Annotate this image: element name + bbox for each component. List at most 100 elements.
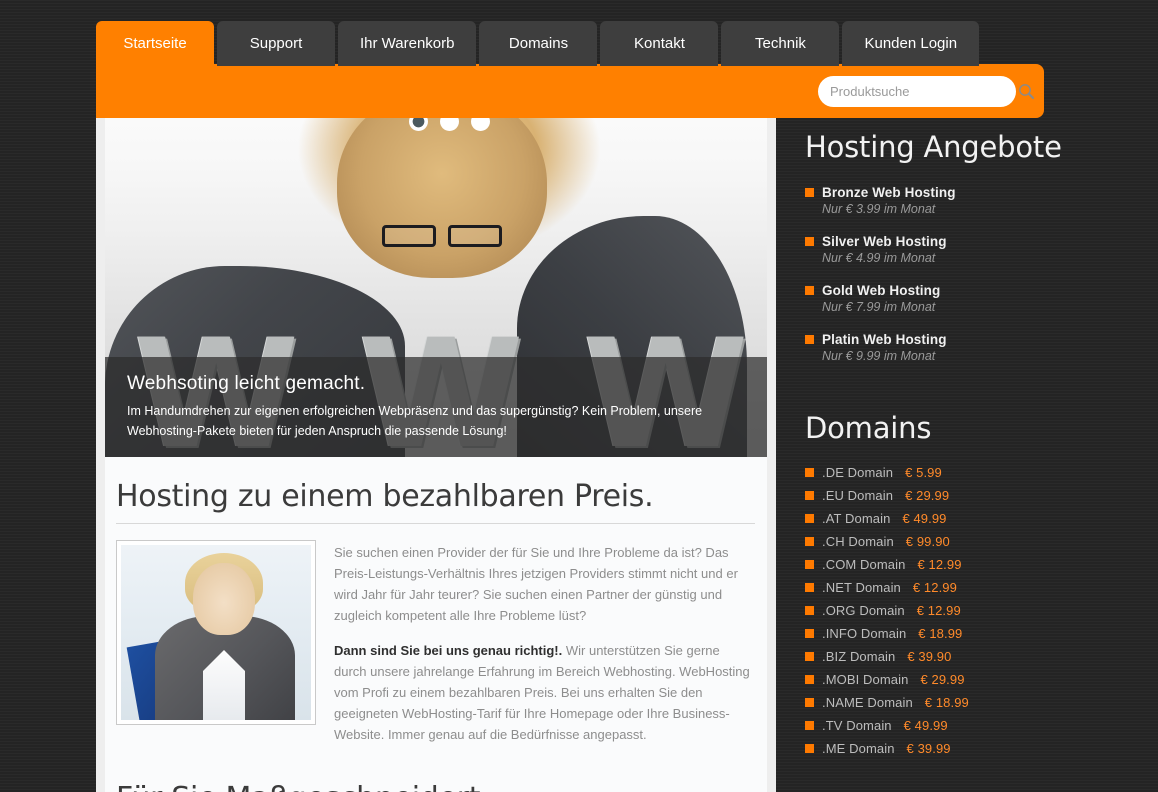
domain-name: .ORG Domain (822, 603, 905, 618)
offer-price: Nur € 7.99 im Monat (822, 300, 936, 314)
section1-paragraph-1: Sie suchen einen Provider der für Sie un… (334, 545, 738, 624)
domain-item[interactable]: .DE Domain € 5.99 (805, 465, 1158, 480)
domain-item[interactable]: .BIZ Domain € 39.90 (805, 649, 1158, 664)
search-button[interactable] (1018, 76, 1035, 107)
search-box[interactable] (818, 76, 1035, 107)
offer-name-row: Gold Web Hosting (805, 283, 1158, 298)
domain-price: € 18.99 (924, 695, 969, 710)
domain-name: .TV Domain (822, 718, 892, 733)
domain-item[interactable]: .ORG Domain € 12.99 (805, 603, 1158, 618)
domain-item[interactable]: .NAME Domain € 18.99 (805, 695, 1158, 710)
tab-kunden-login[interactable]: Kunden Login (842, 21, 980, 66)
offer-name-row: Platin Web Hosting (805, 332, 1158, 347)
domain-item[interactable]: .EU Domain € 29.99 (805, 488, 1158, 503)
domain-price: € 99.90 (905, 534, 950, 549)
domain-price: € 39.99 (906, 741, 951, 756)
domains-title: Domains (805, 411, 932, 445)
offer-price: Nur € 3.99 im Monat (822, 202, 936, 216)
bullet-icon (805, 237, 814, 246)
domain-price: € 49.99 (902, 511, 947, 526)
bullet-icon (805, 286, 814, 295)
domain-price: € 18.99 (918, 626, 963, 641)
domain-item[interactable]: .AT Domain € 49.99 (805, 511, 1158, 526)
domain-price: € 29.99 (905, 488, 950, 503)
domain-price: € 39.90 (907, 649, 952, 664)
domain-name: .DE Domain (822, 465, 894, 480)
section1-thumbnail (116, 540, 316, 725)
section1-row: Sie suchen einen Provider der für Sie un… (116, 540, 755, 759)
domain-item[interactable]: .CH Domain € 99.90 (805, 534, 1158, 549)
offer-name: Gold Web Hosting (822, 283, 941, 298)
domain-item[interactable]: .NET Domain € 12.99 (805, 580, 1158, 595)
section1-paragraph-2: Dann sind Sie bei uns genau richtig!. Wi… (334, 640, 755, 745)
content-panel: W W W Webhsoting leicht gemacht. Im Hand… (96, 86, 776, 792)
tab-startseite[interactable]: Startseite (96, 21, 214, 66)
domain-name: .CH Domain (822, 534, 894, 549)
hero-decor-glasses (382, 225, 502, 247)
hosting-offer-item[interactable]: Silver Web Hosting Nur € 4.99 im Monat (805, 234, 1158, 265)
domain-name: .AT Domain (822, 511, 891, 526)
domain-item[interactable]: .INFO Domain € 18.99 (805, 626, 1158, 641)
domain-name: .MOBI Domain (822, 672, 909, 687)
bullet-icon (805, 675, 814, 684)
domain-item[interactable]: .MOBI Domain € 29.99 (805, 672, 1158, 687)
main-navigation: Startseite Support Ihr Warenkorb Domains Kon… (96, 20, 982, 66)
offer-price: Nur € 9.99 im Monat (822, 349, 936, 363)
domain-price: € 5.99 (905, 465, 942, 480)
tab-technik[interactable]: Technik (721, 21, 840, 66)
hosting-offers-list: Bronze Web Hosting Nur € 3.99 im Monat Sil… (805, 185, 1158, 363)
bullet-icon (805, 744, 814, 753)
sidebar: Hosting Angebote Bronze Web Hosting Nur €… (805, 130, 1158, 764)
hosting-offers-title: Hosting Angebote (805, 130, 1062, 164)
domain-name: .NAME Domain (822, 695, 913, 710)
bullet-icon (805, 721, 814, 730)
domain-price: € 12.99 (916, 603, 961, 618)
offer-name: Bronze Web Hosting (822, 185, 956, 200)
offer-price: Nur € 4.99 im Monat (822, 251, 936, 265)
domain-item[interactable]: .TV Domain € 49.99 (805, 718, 1158, 733)
domain-item[interactable]: .COM Domain € 12.99 (805, 557, 1158, 572)
hosting-offer-item[interactable]: Gold Web Hosting Nur € 7.99 im Monat (805, 283, 1158, 314)
section1-heading: Hosting zu einem bezahlbaren Preis. (116, 479, 755, 524)
bullet-icon (805, 698, 814, 707)
domain-name: .NET Domain (822, 580, 901, 595)
tab-ihr-warenkorb[interactable]: Ihr Warenkorb (338, 21, 477, 66)
search-icon (1019, 84, 1035, 100)
bullet-icon (805, 514, 814, 523)
domain-name: .COM Domain (822, 557, 906, 572)
section2-heading: Für Sie Maßgeschneidert (116, 781, 755, 792)
bullet-icon (805, 537, 814, 546)
section-hosting-price: Hosting zu einem bezahlbaren Preis. Sie … (105, 479, 767, 792)
domain-price: € 29.99 (920, 672, 965, 687)
bullet-icon (805, 629, 814, 638)
domain-price: € 12.99 (917, 557, 962, 572)
domain-price: € 49.99 (903, 718, 948, 733)
section1-copy: Sie suchen einen Provider der für Sie un… (334, 540, 755, 759)
hero-slider[interactable]: W W W Webhsoting leicht gemacht. Im Hand… (105, 86, 767, 457)
tab-domains[interactable]: Domains (479, 21, 598, 66)
bullet-icon (805, 583, 814, 592)
content-inner: W W W Webhsoting leicht gemacht. Im Hand… (105, 86, 767, 792)
search-input[interactable] (818, 76, 1018, 107)
offer-name: Silver Web Hosting (822, 234, 947, 249)
tab-support[interactable]: Support (217, 21, 335, 66)
hero-title: Webhsoting leicht gemacht. (127, 373, 366, 395)
domain-name: .INFO Domain (822, 626, 907, 641)
header-orange-band-left (96, 64, 776, 86)
hosting-offer-item[interactable]: Bronze Web Hosting Nur € 3.99 im Monat (805, 185, 1158, 216)
domains-list: .DE Domain € 5.99 .EU Domain € 29.99 .AT Dom… (805, 465, 1158, 756)
bullet-icon (805, 335, 814, 344)
tab-kontakt[interactable]: Kontakt (600, 21, 719, 66)
domain-name: .EU Domain (822, 488, 894, 503)
bullet-icon (805, 560, 814, 569)
hero-text: Im Handumdrehen zur eigenen erfolgreiche… (127, 404, 703, 438)
domain-name: .BIZ Domain (822, 649, 896, 664)
photo-head (193, 563, 255, 635)
bullet-icon (805, 468, 814, 477)
hosting-offer-item[interactable]: Platin Web Hosting Nur € 9.99 im Monat (805, 332, 1158, 363)
bullet-icon (805, 188, 814, 197)
offer-name: Platin Web Hosting (822, 332, 947, 347)
businesswoman-photo (121, 545, 311, 720)
domain-item[interactable]: .ME Domain € 39.99 (805, 741, 1158, 756)
domain-price: € 12.99 (912, 580, 957, 595)
